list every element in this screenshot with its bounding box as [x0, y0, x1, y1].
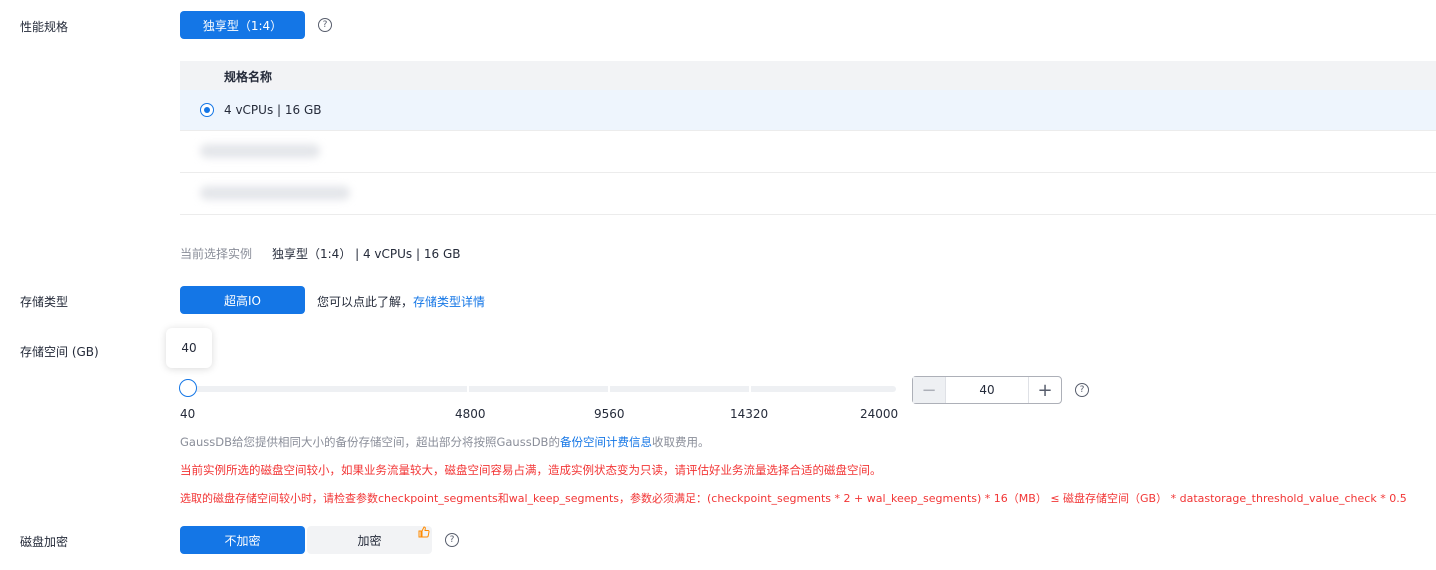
perf-type-button[interactable]: 独享型（1:4）: [180, 11, 305, 39]
slider-tick-label: 40: [180, 407, 196, 421]
storage-stepper[interactable]: − 40 +: [912, 376, 1062, 404]
slider-value-tooltip: 40: [166, 328, 212, 368]
spec-table: 规格名称 4 vCPUs | 16 GB: [180, 61, 1436, 216]
encryption-button[interactable]: 加密: [307, 526, 432, 554]
table-row-spec-selected[interactable]: 4 vCPUs | 16 GB: [180, 90, 1436, 131]
storage-type-label: 存储类型: [20, 295, 69, 309]
increment-button[interactable]: +: [1028, 377, 1061, 403]
slider-tick: [467, 386, 469, 392]
table-row-blurred[interactable]: [180, 132, 1436, 173]
storage-space-label: 存储空间 (GB): [20, 345, 99, 359]
storage-slider-track[interactable]: [186, 386, 896, 392]
perf-help-icon[interactable]: ?: [318, 18, 332, 32]
spec-row-label: 4 vCPUs | 16 GB: [224, 103, 322, 117]
spec-radio[interactable]: [200, 103, 214, 117]
storage-type-hint: 您可以点此了解，存储类型详情: [317, 293, 485, 310]
current-selection-label: 当前选择实例: [180, 247, 253, 261]
storage-slider-handle[interactable]: [179, 379, 197, 397]
blurred-content: [200, 186, 350, 200]
storage-type-detail-link[interactable]: 存储类型详情: [413, 295, 485, 309]
thumbs-up-icon: [418, 526, 430, 538]
current-selection-value: 独享型（1:4） | 4 vCPUs | 16 GB: [272, 247, 461, 261]
perf-spec-label: 性能规格: [20, 20, 69, 34]
slider-tick-label: 14320: [730, 407, 769, 421]
slider-tick: [749, 386, 751, 392]
disk-space-warning: 当前实例所选的磁盘空间较小，如果业务流量较大，磁盘空间容易占满，造成实例状态变为…: [180, 463, 882, 477]
no-encryption-button[interactable]: 不加密: [180, 526, 305, 554]
blurred-content: [200, 144, 320, 158]
backup-note-suffix: 收取费用。: [651, 435, 710, 449]
slider-tick-label: 9560: [594, 407, 625, 421]
spec-name-column-header: 规格名称: [224, 70, 273, 84]
storage-type-button[interactable]: 超高IO: [180, 286, 305, 314]
slider-tick: [608, 386, 610, 392]
storage-help-icon[interactable]: ?: [1075, 383, 1089, 397]
storage-type-hint-text: 您可以点此了解，: [317, 295, 414, 309]
decrement-button[interactable]: −: [913, 377, 946, 403]
spec-table-header: 规格名称: [180, 61, 1436, 91]
disk-encryption-label: 磁盘加密: [20, 535, 69, 549]
encryption-help-icon[interactable]: ?: [445, 533, 459, 547]
storage-value-input[interactable]: 40: [945, 377, 1029, 403]
table-row-blurred[interactable]: [180, 174, 1436, 215]
param-constraint-warning: 选取的磁盘存储空间较小时，请检查参数checkpoint_segments和wa…: [180, 492, 1407, 505]
backup-note-prefix: GaussDB给您提供相同大小的备份存储空间，超出部分将按照GaussDB的: [180, 435, 560, 449]
backup-note: GaussDB给您提供相同大小的备份存储空间，超出部分将按照GaussDB的备份…: [180, 434, 709, 450]
slider-tick-label: 24000: [860, 407, 899, 421]
backup-billing-link[interactable]: 备份空间计费信息: [560, 435, 652, 449]
slider-tick-label: 4800: [455, 407, 486, 421]
